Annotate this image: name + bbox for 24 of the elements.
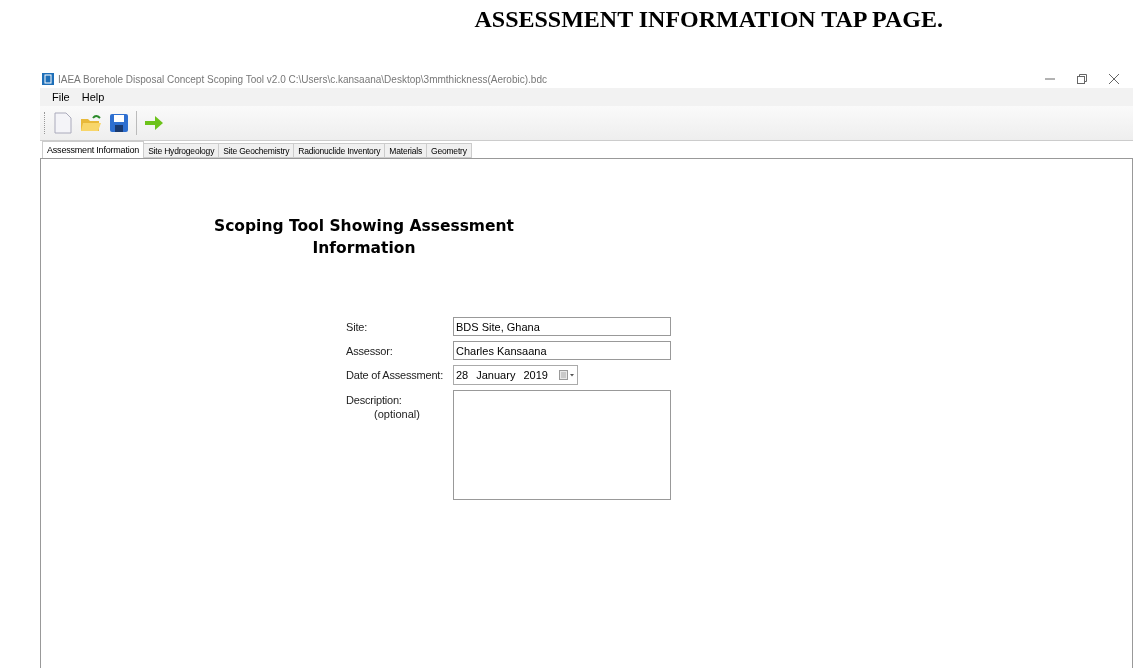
close-icon[interactable] (1109, 74, 1119, 84)
tab[interactable]: Radionuclide Inventory (293, 143, 386, 158)
tab[interactable]: Geometry (426, 143, 472, 158)
calendar-dropdown-icon[interactable] (559, 370, 575, 380)
menu-item[interactable]: Help (75, 91, 111, 103)
document-heading: ASSESSMENT INFORMATION TAP PAGE. (474, 6, 943, 34)
tab[interactable]: Materials (384, 143, 427, 158)
field-label: Date of Assessment: (346, 368, 445, 383)
restore-icon[interactable] (1077, 74, 1087, 84)
field-label: Site: (346, 320, 368, 335)
form-title: Scoping Tool Showing Assessment Information (214, 216, 514, 259)
date-picker[interactable]: 28 January 2019 (453, 365, 578, 385)
field-label: Assessor: (346, 344, 394, 359)
text-field[interactable]: Charles Kansaana (453, 341, 671, 360)
tab[interactable]: Assessment Information (42, 141, 145, 158)
field-label: Description: (346, 393, 403, 406)
tab[interactable]: Site Geochemistry (218, 143, 295, 158)
tab[interactable]: Site Hydrogeology (143, 143, 220, 158)
save-icon[interactable] (108, 111, 130, 135)
text-field[interactable]: BDS Site, Ghana (453, 317, 671, 336)
description-field[interactable] (453, 390, 671, 500)
window-title: IAEA Borehole Disposal Concept Scoping Tool v2.0 C:\Users\c.kansaana\Desktop\3mmthickness(Aerobic).bdc (58, 73, 548, 85)
menu-item[interactable]: File (46, 91, 76, 103)
field-hint: (optional) (373, 408, 421, 420)
